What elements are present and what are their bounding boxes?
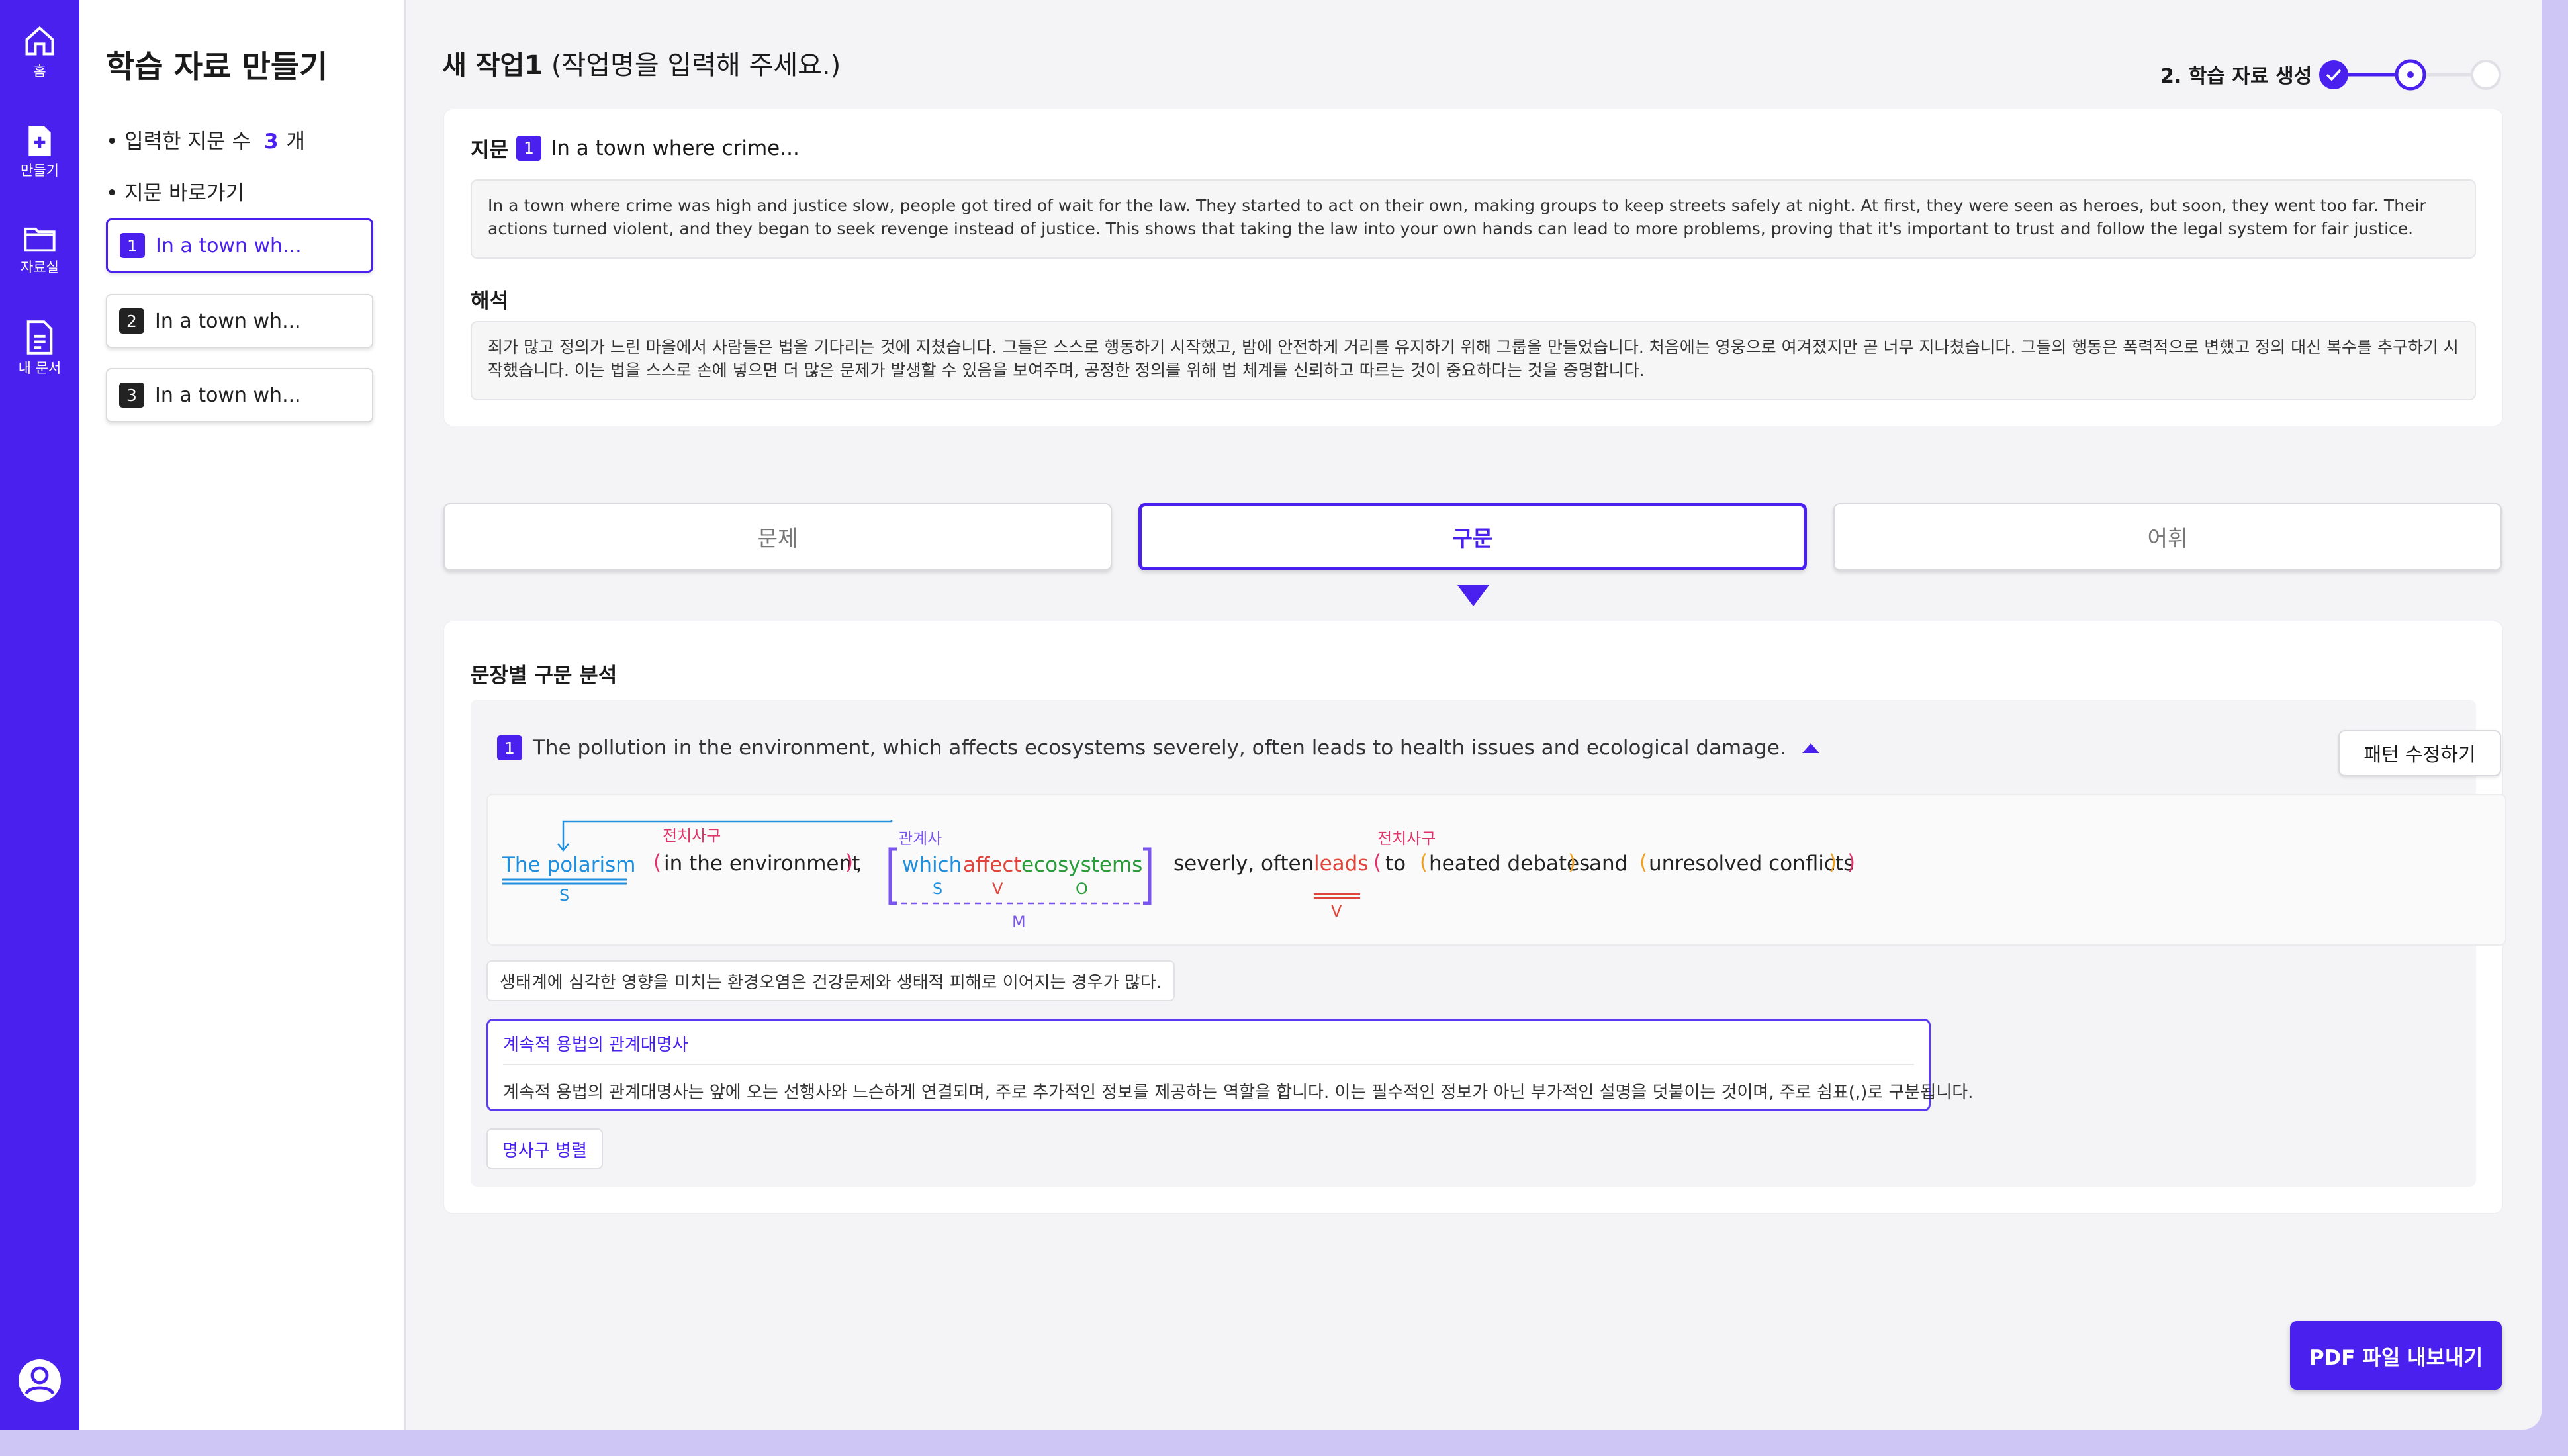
- user-icon: [20, 1361, 60, 1400]
- grammar-note-body: 계속적 용법의 관계대명사는 앞에 오는 선행사와 느슨하게 연결되며, 주로 …: [503, 1083, 1974, 1103]
- prep-phrase-2-tag: 전치사구: [1377, 829, 1436, 848]
- passage-title: In a town where crime...: [551, 136, 800, 160]
- passage-count: • 입력한 지문 수 3개: [106, 124, 305, 154]
- prep-phrase-tag: 전치사구: [663, 827, 721, 845]
- passage-label: 지문: [471, 138, 509, 162]
- passage-shortcut-label: In a town wh...: [155, 383, 301, 407]
- prep-phrase-2-close: ): [1847, 850, 1856, 874]
- grammar-note-title: 계속적 용법의 관계대명사: [503, 1035, 688, 1055]
- nav-home[interactable]: 홈: [0, 24, 79, 81]
- app-window: 홈 만들기 자료실 내 문서 학습 자료 만들기 • 입력한 지문 수3개 • …: [0, 0, 2542, 1430]
- home-icon: [25, 26, 54, 56]
- passage-count-value: 3: [263, 130, 279, 154]
- passage-count-unit: 개: [286, 130, 306, 154]
- syntax-analysis-card: 문장별 구문 분석 1 The pollution in the environ…: [443, 621, 2506, 1214]
- file-plus-icon: [28, 126, 51, 156]
- main-verb-token: leads: [1314, 852, 1369, 876]
- subject-role-tag: S: [559, 886, 570, 905]
- sidebar-title: 학습 자료 만들기: [106, 49, 328, 85]
- sentence-translation: 생태계에 심각한 영향을 미치는 환경오염은 건강문제와 생태적 피해로 이어지…: [486, 960, 1175, 1001]
- prep-to-token: to: [1385, 852, 1406, 876]
- nav-documents-label: 내 문서: [18, 360, 62, 376]
- tab-syntax[interactable]: 구문: [1138, 503, 1807, 570]
- analysis-title: 문장별 구문 분석: [471, 664, 618, 688]
- passage-header: 지문 1 In a town where crime...: [471, 133, 800, 163]
- nav-create-label: 만들기: [21, 163, 59, 179]
- collapse-icon[interactable]: [1801, 741, 1821, 754]
- edit-pattern-button[interactable]: 패턴 수정하기: [2338, 730, 2501, 776]
- rel-verb-token: affect: [963, 853, 1022, 877]
- passage-shortcut-label: In a town wh...: [156, 234, 302, 257]
- step-label: 2. 학습 자료 생성: [2160, 65, 2313, 88]
- passage-text: In a town where crime was high and justi…: [471, 179, 2476, 259]
- tab-questions[interactable]: 문제: [443, 503, 1112, 570]
- nav-documents[interactable]: 내 문서: [0, 320, 79, 377]
- material-sidebar: 학습 자료 만들기 • 입력한 지문 수3개 • 지문 바로가기 1 In a t…: [79, 0, 406, 1430]
- passage-shortcut-3[interactable]: 3 In a town wh...: [106, 368, 373, 422]
- passage-number-badge: 1: [120, 233, 145, 258]
- rel-which-token: which: [902, 853, 962, 877]
- passage-count-label: • 입력한 지문 수: [106, 130, 251, 154]
- prep-phrase-open: (: [653, 850, 662, 874]
- prep-phrase-2-open: (: [1373, 850, 1382, 874]
- job-title-hint: (작업명을 입력해 주세요.): [551, 50, 841, 81]
- np2-open: (: [1639, 850, 1648, 874]
- adverbs-token: severly, often: [1173, 852, 1314, 876]
- period-token: .: [1838, 852, 1845, 876]
- and-token: and: [1589, 852, 1628, 876]
- passage-number-badge: 1: [516, 135, 542, 161]
- sentence-text: The pollution in the environment, which …: [533, 736, 1786, 760]
- syntax-diagram: 전치사구 The polarism S ( in the environment…: [486, 794, 2506, 946]
- passage-number-badge: 3: [119, 383, 144, 408]
- grammar-note: 계속적 용법의 관계대명사 계속적 용법의 관계대명사는 앞에 오는 선행사와 …: [486, 1019, 1973, 1111]
- subject-token: The polarism: [502, 853, 636, 877]
- passage-card: 지문 1 In a town where crime... In a town …: [443, 109, 2503, 426]
- nav-home-label: 홈: [33, 64, 46, 79]
- np-close: ): [1568, 850, 1577, 874]
- np-open: (: [1420, 850, 1428, 874]
- noun-phrase-2: unresolved conflicts: [1649, 852, 1855, 876]
- sentence-number-badge: 1: [497, 735, 522, 760]
- main-verb-tag: V: [1331, 902, 1342, 921]
- prep-phrase-token: in the environment: [664, 852, 860, 876]
- profile-avatar[interactable]: [19, 1359, 61, 1402]
- nav-rail: 홈 만들기 자료실 내 문서: [0, 0, 79, 1430]
- active-tab-pointer-icon: [1457, 585, 1489, 606]
- nav-create[interactable]: 만들기: [0, 124, 79, 180]
- noun-phrase-1: heated debates: [1429, 852, 1590, 876]
- rel-o-tag: O: [1076, 880, 1088, 898]
- np2-close: ): [1829, 850, 1837, 874]
- passage-shortcut-1[interactable]: 1 In a town wh...: [106, 218, 373, 273]
- passage-shortcut-2[interactable]: 2 In a town wh...: [106, 294, 373, 348]
- step-progress: [2319, 59, 2501, 91]
- job-title-field[interactable]: 새 작업1 (작업명을 입력해 주세요.): [442, 44, 841, 82]
- sentence-row: 1 The pollution in the environment, whic…: [497, 735, 1821, 760]
- export-pdf-button[interactable]: PDF 파일 내보내기: [2290, 1321, 2502, 1390]
- passage-number-badge: 2: [119, 308, 144, 334]
- main-content: 새 작업1 (작업명을 입력해 주세요.) 2. 학습 자료 생성 지문 1 I…: [406, 0, 2542, 1430]
- comma-token: ,: [856, 852, 862, 876]
- folder-icon: [24, 227, 56, 252]
- translation-label: 해석: [471, 289, 509, 313]
- shortcut-label: • 지문 바로가기: [106, 181, 245, 205]
- passage-shortcut-label: In a town wh...: [155, 309, 301, 333]
- rel-m-tag: M: [1012, 913, 1026, 931]
- rel-object-token: ecosystems: [1021, 853, 1143, 877]
- nav-library[interactable]: 자료실: [0, 224, 79, 277]
- tab-vocabulary[interactable]: 어휘: [1833, 503, 2502, 570]
- document-icon: [26, 320, 53, 355]
- job-title: 새 작업1: [442, 50, 543, 81]
- rel-v-tag: V: [992, 880, 1003, 898]
- nav-library-label: 자료실: [21, 259, 59, 275]
- grammar-note-divider: [503, 1064, 1914, 1065]
- grammar-tag-noun-phrase-parallel[interactable]: 명사구 병렬: [486, 1128, 603, 1169]
- translation-text: 죄가 많고 정의가 느린 마을에서 사람들은 법을 기다리는 것에 지쳤습니다.…: [471, 321, 2476, 400]
- relative-clause-tag: 관계사: [898, 829, 942, 848]
- prep-phrase-close: ): [845, 850, 854, 874]
- rel-s-tag: S: [933, 880, 943, 898]
